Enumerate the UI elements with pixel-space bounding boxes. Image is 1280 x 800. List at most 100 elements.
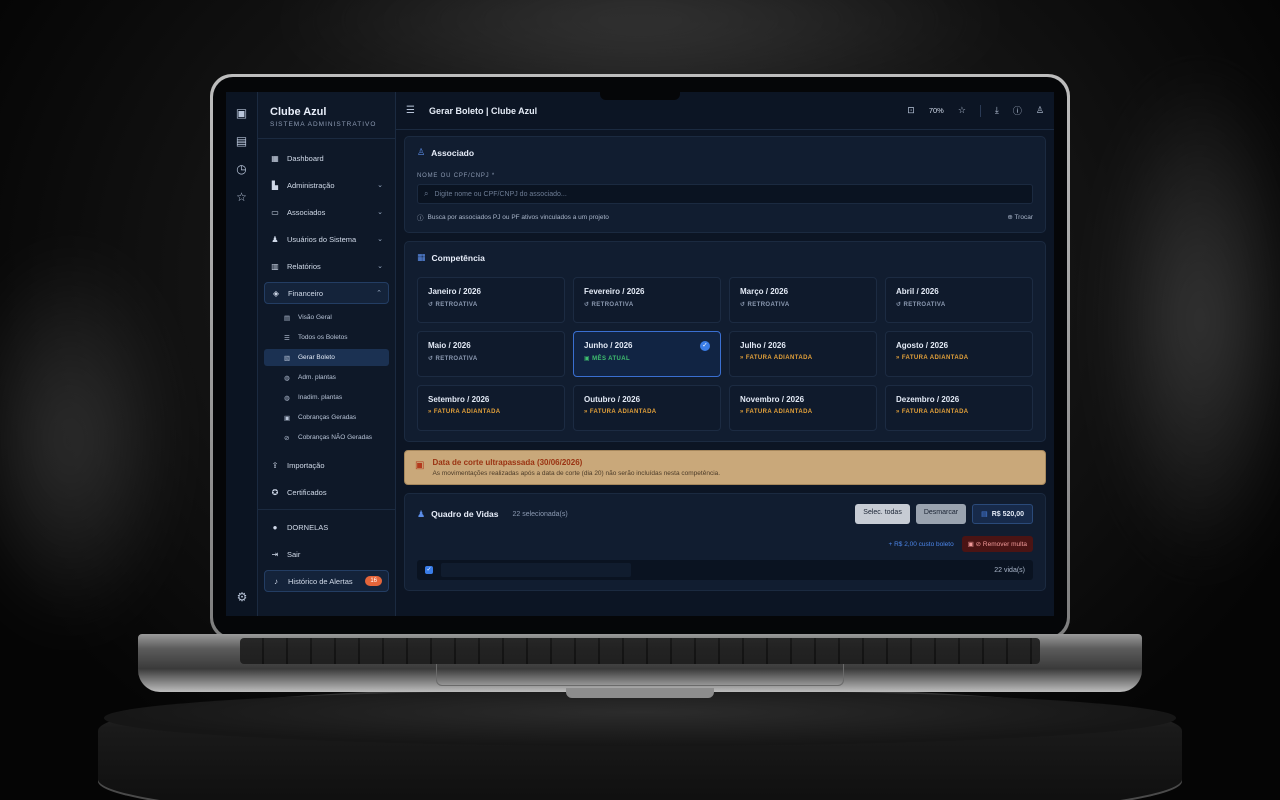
import-icon: ⇪	[271, 460, 279, 470]
sidebar-item-certificados[interactable]: ✪ Certificados	[264, 481, 389, 503]
month-card[interactable]: Setembro / 2026 » FATURA ADIANTADA	[417, 385, 565, 431]
month-card[interactable]: Agosto / 2026 » FATURA ADIANTADA	[885, 331, 1033, 377]
account-icon[interactable]: ♙	[1036, 105, 1044, 116]
associado-search-input[interactable]: ⌕ Digite nome ou CPF/CNPJ do associado..…	[417, 184, 1033, 204]
sidebar-subitem-label: Adm. plantas	[298, 374, 336, 381]
select-all-button[interactable]: Selec. todas	[855, 504, 910, 524]
history-icon: ↺	[896, 302, 904, 308]
alerts-count-badge: 16	[365, 576, 382, 586]
sidebar-item-dashboard[interactable]: ▦ Dashboard	[264, 147, 389, 169]
associado-title: ♙ Associado	[417, 147, 1033, 158]
sidebar-item-label: Certificados	[287, 487, 327, 497]
month-status-label: RETROATIVA	[903, 302, 946, 308]
month-status-label: RETROATIVA	[747, 302, 790, 308]
month-card[interactable]: Novembro / 2026 » FATURA ADIANTADA	[729, 385, 877, 431]
calendar-x-icon: ▣	[415, 460, 425, 471]
month-status-tag: ↺ RETROATIVA	[896, 301, 1022, 308]
info-icon: ⓘ	[417, 215, 424, 222]
month-card[interactable]: Outubro / 2026 » FATURA ADIANTADA	[573, 385, 721, 431]
sidebar-subitem-adm-plantas[interactable]: ◍ Adm. plantas	[264, 369, 389, 386]
sidebar-subitem-label: Cobranças Geradas	[298, 414, 357, 421]
month-status-tag: ↺ RETROATIVA	[584, 301, 710, 308]
month-status-label: FATURA ADIANTADA	[745, 409, 813, 415]
building-icon: ▙	[271, 180, 279, 190]
month-card[interactable]: Dezembro / 2026 » FATURA ADIANTADA	[885, 385, 1033, 431]
user-icon: ♙	[417, 147, 426, 157]
remove-fine-button[interactable]: ▣ ⊘ Remover multa	[961, 536, 1033, 552]
user-icon: ●	[272, 522, 278, 532]
month-card[interactable]: Maio / 2026 ↺ RETROATIVA	[417, 331, 565, 377]
vidas-selected-count: 22 selecionada(s)	[512, 510, 568, 518]
month-card[interactable]: Abril / 2026 ↺ RETROATIVA	[885, 277, 1033, 323]
topbar-divider	[979, 104, 981, 117]
sidebar-subitem-cobrancas-nao-geradas[interactable]: ⊘ Cobranças NÃO Geradas	[264, 429, 389, 446]
remove-fine-label: Remover multa	[982, 541, 1027, 548]
bell-icon: ♪	[274, 576, 278, 586]
logout-button[interactable]: ⇥ Sair	[264, 543, 389, 565]
sidebar-item-usuarios[interactable]: ♟ Usuários do Sistema ⌄	[264, 228, 389, 250]
globe-icon: ◍	[284, 394, 290, 402]
settings-icon[interactable]: ⚙	[235, 590, 249, 604]
vidas-extras: + R$ 2,00 custo boleto ▣ ⊘ Remover multa	[417, 536, 1033, 552]
user-name: DORNELAS	[287, 522, 329, 532]
pedestal-top	[104, 690, 1176, 746]
month-card[interactable]: Julho / 2026 » FATURA ADIANTADA	[729, 331, 877, 377]
certificate-icon: ✪	[271, 487, 279, 497]
globe-icon: ◍	[284, 374, 290, 382]
sidebar-item-importacao[interactable]: ⇪ Importação	[264, 454, 389, 476]
sidebar-item-administracao[interactable]: ▙ Administração ⌄	[264, 174, 389, 196]
sidebar-subitem-inadim-plantas[interactable]: ◍ Inadim. plantas	[264, 389, 389, 406]
sidebar-item-financeiro[interactable]: ◈ Financeiro ⌃	[264, 282, 389, 304]
month-name: Julho / 2026	[740, 341, 786, 350]
alerts-history-button[interactable]: ♪ Histórico de Alertas 16	[264, 570, 389, 592]
month-status-label: FATURA ADIANTADA	[589, 409, 657, 415]
month-card[interactable]: Fevereiro / 2026 ↺ RETROATIVA	[573, 277, 721, 323]
sidebar-item-relatorios[interactable]: ▥ Relatórios ⌄	[264, 255, 389, 277]
wallet-icon[interactable]: ▣	[235, 106, 249, 120]
history-icon: ↺	[428, 356, 436, 362]
month-status-label: FATURA ADIANTADA	[433, 409, 501, 415]
month-status-tag: ↺ RETROATIVA	[428, 301, 554, 308]
vidas-row-filter[interactable]	[441, 563, 631, 577]
month-card[interactable]: Janeiro / 2026 ↺ RETROATIVA	[417, 277, 565, 323]
money-icon: ▤	[981, 511, 988, 518]
star-icon[interactable]: ☆	[235, 190, 249, 204]
associado-hint: Busca por associados PJ ou PF ativos vin…	[427, 213, 609, 221]
month-status-label: RETROATIVA	[435, 302, 478, 308]
month-status-tag: ↺ RETROATIVA	[428, 355, 554, 362]
receipt-icon: ▣	[284, 414, 291, 422]
search-icon: ⌕	[424, 189, 429, 198]
chevron-down-icon: ⌄	[377, 182, 383, 189]
hamburger-menu-icon[interactable]: ☰	[406, 105, 415, 116]
block-icon: ⊘	[284, 434, 290, 442]
month-status-label: FATURA ADIANTADA	[745, 355, 813, 361]
total-price-button[interactable]: ▤ R$ 520,00	[972, 504, 1033, 524]
sidebar-divider	[258, 138, 395, 139]
clock-icon[interactable]: ◷	[235, 162, 249, 176]
competencia-title-text: Competência	[431, 252, 485, 263]
sidebar-subitem-visao-geral[interactable]: ▤ Visão Geral	[264, 309, 389, 326]
sidebar-subitem-todos-boletos[interactable]: ☰ Todos os Boletos	[264, 329, 389, 346]
sidebar-subitem-cobrancas-geradas[interactable]: ▣ Cobranças Geradas	[264, 409, 389, 426]
month-card[interactable]: Junho / 2026 ▣ MÊS ATUAL ✓	[573, 331, 721, 377]
sidebar-divider	[258, 509, 395, 510]
zoom-level[interactable]: 70%	[929, 106, 944, 115]
trocar-label: Trocar	[1014, 214, 1033, 221]
month-status-label: RETROATIVA	[435, 356, 478, 362]
help-icon[interactable]: ⓘ	[1013, 104, 1022, 117]
unselect-button[interactable]: Desmarcar	[915, 504, 967, 524]
document-icon[interactable]: ▤	[235, 134, 249, 148]
sidebar-item-associados[interactable]: ▭ Associados ⌄	[264, 201, 389, 223]
vidas-header: ♟ Quadro de Vidas 22 selecionada(s) Sele…	[417, 504, 1033, 524]
sidebar-subitem-gerar-boleto[interactable]: ▧ Gerar Boleto	[264, 349, 389, 366]
star-icon[interactable]: ☆	[958, 105, 966, 116]
month-card[interactable]: Março / 2026 ↺ RETROATIVA	[729, 277, 877, 323]
check-icon: ✓	[700, 341, 710, 351]
users-icon: ♟	[417, 508, 426, 519]
user-profile[interactable]: ● DORNELAS	[264, 516, 389, 538]
trocar-button[interactable]: ⊕ Trocar	[1007, 213, 1033, 221]
associado-field-label: NOME OU CPF/CNPJ *	[417, 173, 496, 179]
select-all-checkbox[interactable]: ✓	[425, 566, 433, 574]
save-image-icon[interactable]: ⊡	[907, 105, 915, 116]
download-icon[interactable]: ⤓	[995, 105, 999, 116]
